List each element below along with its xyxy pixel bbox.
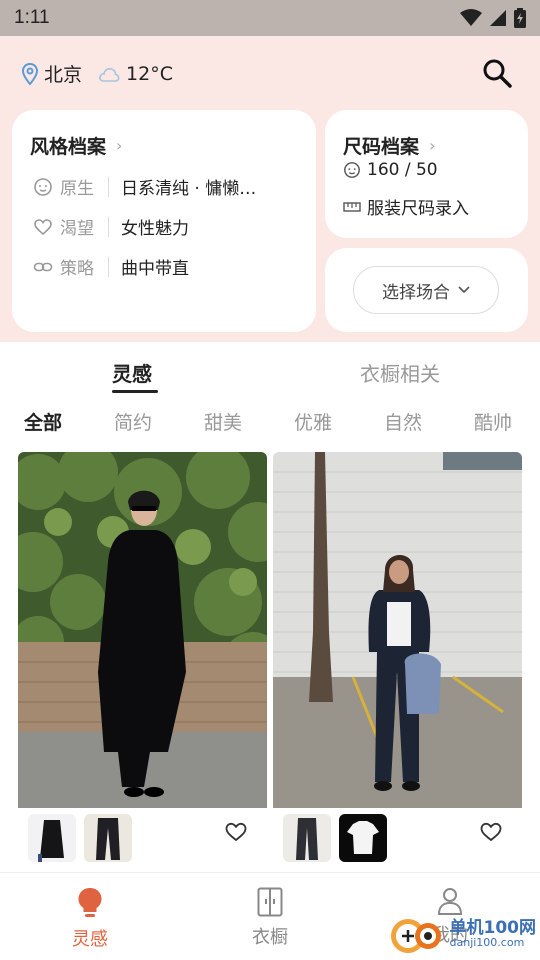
watermark-url: danji100.com	[449, 936, 525, 949]
filter-sweet[interactable]: 甜美	[204, 408, 242, 435]
person-icon	[437, 888, 463, 915]
nav-inspiration[interactable]: 灵感	[40, 887, 140, 951]
battery-icon	[514, 8, 526, 28]
filter-simple[interactable]: 简约	[114, 408, 152, 435]
lightbulb-icon	[78, 888, 102, 917]
status-bar: 1:11	[0, 0, 540, 36]
occasion-button-label: 选择场合	[382, 282, 450, 303]
style-row-strategy: 策略 曲中带直	[32, 254, 189, 279]
watermark-logo-icon	[390, 919, 441, 953]
size-measurement-value: 160 / 50	[367, 160, 438, 180]
divider	[108, 256, 109, 277]
ruler-icon	[343, 201, 361, 212]
face-icon	[344, 162, 360, 178]
search-button[interactable]	[482, 58, 512, 92]
style-filter-bar: 全部 简约 甜美 优雅 自然 酷帅	[0, 404, 540, 442]
divider	[108, 216, 109, 237]
city-label: 北京	[44, 64, 83, 86]
favorite-button[interactable]	[225, 822, 247, 846]
style-row-label: 策略	[60, 259, 94, 279]
nav-label: 衣橱	[252, 927, 288, 948]
select-occasion-button[interactable]: 选择场合	[353, 266, 499, 314]
nav-wardrobe[interactable]: 衣橱	[220, 887, 320, 949]
location-pin-icon	[22, 62, 38, 85]
site-watermark: 单机100网 danji100.com	[388, 912, 537, 956]
style-row-label: 渴望	[60, 219, 94, 239]
size-profile-title: 尺码档案 ›	[343, 132, 435, 159]
heart-outline-icon	[480, 822, 502, 842]
nav-label: 灵感	[72, 929, 108, 950]
search-icon	[483, 59, 512, 88]
occasion-card: 选择场合	[325, 248, 528, 332]
cloud-icon	[99, 67, 120, 82]
divider	[108, 176, 109, 197]
product-thumb-trousers[interactable]	[84, 814, 132, 862]
size-entry-link[interactable]: 服装尺码录入	[343, 194, 469, 219]
inspiration-card[interactable]	[273, 452, 522, 872]
size-measurement: 160 / 50	[343, 160, 438, 180]
size-entry-label: 服装尺码录入	[367, 199, 469, 219]
style-profile-title-text: 风格档案	[30, 136, 107, 158]
tab-wardrobe-related[interactable]: 衣橱相关	[360, 358, 440, 387]
style-row-origin: 原生 日系清纯 · 慵懒…	[32, 174, 256, 199]
chevron-right-icon: ›	[116, 136, 123, 155]
style-profile-card[interactable]: 风格档案 › 原生 日系清纯 · 慵懒… 渴望 女性魅力 策略 曲中带直	[12, 110, 316, 332]
filter-natural[interactable]: 自然	[384, 408, 422, 435]
heart-outline-icon	[225, 822, 247, 842]
watermark-text: 单机100网 danji100.com	[449, 918, 537, 949]
status-icons	[460, 8, 526, 28]
wardrobe-icon	[257, 887, 283, 917]
tab-inspiration[interactable]: 灵感	[112, 358, 152, 387]
style-row-desire: 渴望 女性魅力	[32, 214, 189, 239]
size-profile-card[interactable]: 尺码档案 › 160 / 50 服装尺码录入	[325, 110, 528, 238]
filter-cool[interactable]: 酷帅	[474, 408, 512, 435]
size-profile-title-text: 尺码档案	[343, 136, 420, 158]
product-thumb-coat[interactable]	[28, 814, 76, 862]
style-row-value: 日系清纯 · 慵懒…	[121, 179, 257, 199]
style-row-value: 女性魅力	[121, 219, 189, 239]
location-weather[interactable]: 北京 12°C	[22, 60, 173, 87]
content-tabs: 灵感 衣橱相关	[0, 342, 540, 398]
profile-header: 北京 12°C 风格档案 › 原生 日系清纯 · 慵懒… 渴望 女性魅力 策略 …	[0, 36, 540, 342]
wifi-icon	[460, 9, 482, 26]
chevron-down-icon	[458, 286, 470, 294]
status-time: 1:11	[14, 7, 50, 28]
product-thumbnails	[283, 814, 387, 862]
signal-icon	[490, 10, 506, 26]
outfit-photo[interactable]	[273, 452, 522, 808]
watermark-name: 单机100网	[449, 918, 537, 938]
style-row-label: 原生	[60, 179, 94, 199]
product-thumb-trousers[interactable]	[283, 814, 331, 862]
product-thumb-tee[interactable]	[339, 814, 387, 862]
chevron-right-icon: ›	[429, 136, 436, 155]
filter-elegant[interactable]: 优雅	[294, 408, 332, 435]
active-tab-indicator	[112, 390, 158, 393]
style-row-value: 曲中带直	[121, 259, 189, 279]
temperature-label: 12°C	[126, 62, 173, 85]
link-icon	[32, 256, 54, 278]
filter-all[interactable]: 全部	[24, 408, 62, 435]
heart-outline-icon	[32, 216, 54, 238]
face-icon	[32, 176, 54, 198]
style-profile-title: 风格档案 ›	[30, 132, 122, 159]
inspiration-card[interactable]	[18, 452, 267, 872]
outfit-photo[interactable]	[18, 452, 267, 808]
product-thumbnails	[28, 814, 132, 862]
favorite-button[interactable]	[480, 822, 502, 846]
